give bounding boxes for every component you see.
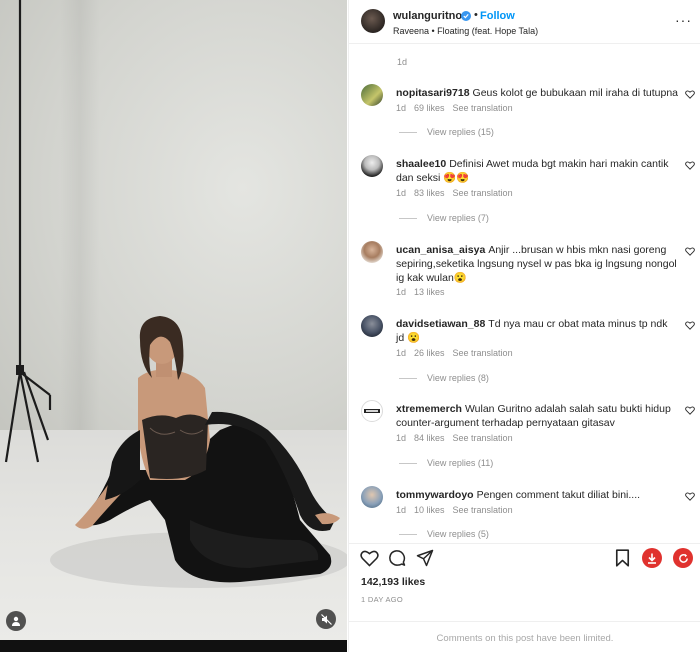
comment-likes[interactable]: 13 likes	[414, 287, 445, 297]
like-count[interactable]: 142,193 likes	[361, 576, 425, 588]
commenter-username[interactable]: ucan_anisa_aisya	[396, 244, 485, 256]
caption-age: 1d	[397, 57, 408, 67]
comment-age: 1d	[396, 287, 407, 297]
see-translation-link[interactable]: See translation	[453, 188, 513, 198]
commenter-avatar[interactable]	[361, 315, 383, 337]
commenter-avatar[interactable]	[361, 486, 383, 508]
comment-text: nopitasari9718 Geus kolot ge bubukaan mil…	[396, 86, 678, 100]
commenter-username[interactable]: xtrememerch	[396, 403, 462, 415]
view-replies-link[interactable]: View replies (11)	[399, 458, 493, 468]
comments-limited-notice: Comments on this post have been limited.	[349, 621, 700, 652]
muted-speaker-icon	[320, 613, 332, 625]
commenter-avatar[interactable]	[361, 84, 383, 106]
commenter-avatar[interactable]	[361, 241, 383, 263]
comment-text: xtrememerch Wulan Guritno adalah salah sa…	[396, 402, 678, 430]
download-icon[interactable]	[642, 548, 662, 568]
post-action-bar	[349, 543, 700, 573]
see-translation-link[interactable]: See translation	[453, 348, 513, 358]
comment-likes[interactable]: 10 likes	[414, 505, 445, 515]
comment-heart-icon[interactable]	[685, 161, 695, 170]
author-username[interactable]: wulanguritno	[393, 10, 462, 22]
share-icon[interactable]	[416, 549, 434, 567]
comment-heart-icon[interactable]	[685, 321, 695, 330]
comment-likes[interactable]: 84 likes	[414, 433, 445, 443]
comment-meta: 1d 69 likes See translation	[396, 103, 521, 113]
comment-heart-icon[interactable]	[685, 406, 695, 415]
commenter-username[interactable]: nopitasari9718	[396, 87, 470, 99]
more-options-icon[interactable]: ···	[675, 12, 692, 28]
comments-list[interactable]: 1d nopitasari9718 Geus kolot ge bubukaan …	[349, 45, 700, 543]
comment-body: Pengen comment takut diliat bini....	[476, 489, 641, 501]
see-translation-link[interactable]: See translation	[453, 103, 513, 113]
comment-text: ucan_anisa_aisya Anjir ...brusan w hbis m…	[396, 243, 678, 285]
view-replies-link[interactable]: View replies (8)	[399, 373, 489, 383]
comment-meta: 1d 26 likes See translation	[396, 348, 521, 358]
comment-likes[interactable]: 26 likes	[414, 348, 445, 358]
photo-scene	[4, 0, 347, 588]
comment-age: 1d	[396, 188, 407, 198]
comment-heart-icon[interactable]	[685, 247, 695, 256]
comment-meta: 1d 10 likes See translation	[396, 505, 521, 515]
post-details-panel: wulanguritno • Follow Raveena • Floating…	[348, 0, 700, 652]
author-avatar[interactable]	[361, 9, 385, 33]
comment-likes[interactable]: 83 likes	[414, 188, 445, 198]
comment-meta: 1d 84 likes See translation	[396, 433, 521, 443]
commenter-avatar[interactable]	[361, 155, 383, 177]
bookmark-icon[interactable]	[615, 549, 630, 567]
commenter-username[interactable]: davidsetiawan_88	[396, 318, 485, 330]
comment-likes[interactable]: 69 likes	[414, 103, 445, 113]
post-header: wulanguritno • Follow Raveena • Floating…	[349, 0, 700, 44]
commenter-username[interactable]: tommywardoyo	[396, 489, 474, 501]
view-replies-link[interactable]: View replies (7)	[399, 213, 489, 223]
comment-heart-icon[interactable]	[685, 90, 695, 99]
see-translation-link[interactable]: See translation	[453, 433, 513, 443]
comment-age: 1d	[396, 348, 407, 358]
media-bottom-bar	[0, 640, 347, 652]
view-replies-link[interactable]: View replies (15)	[399, 127, 494, 137]
refresh-icon[interactable]	[673, 548, 693, 568]
comment-text: shaalee10 Definisi Awet muda bgt makin ha…	[396, 157, 678, 185]
comment-text: tommywardoyo Pengen comment takut diliat …	[396, 488, 678, 502]
separator-dot: •	[474, 9, 478, 21]
comment-age: 1d	[396, 505, 407, 515]
commenter-username[interactable]: shaalee10	[396, 158, 446, 170]
follow-button[interactable]: Follow	[480, 10, 515, 22]
comment-body: Geus kolot ge bubukaan mil iraha di tutu…	[472, 87, 679, 99]
brand-logo-icon	[364, 409, 380, 413]
audio-track[interactable]: Raveena • Floating (feat. Hope Tala)	[393, 26, 538, 36]
heart-icon[interactable]	[360, 549, 379, 567]
post-date: 1 DAY AGO	[361, 595, 404, 604]
comment-icon[interactable]	[388, 549, 406, 567]
mute-button[interactable]	[316, 609, 336, 629]
user-icon	[12, 616, 20, 626]
comment-text: davidsetiawan_88 Td nya mau cr obat mata …	[396, 317, 678, 345]
verified-badge-icon	[461, 11, 471, 21]
comment-meta: 1d 83 likes See translation	[396, 188, 521, 198]
comment-age: 1d	[396, 103, 407, 113]
post-media-video[interactable]	[0, 0, 347, 640]
comment-age: 1d	[396, 433, 407, 443]
comment-heart-icon[interactable]	[685, 492, 695, 501]
see-translation-link[interactable]: See translation	[453, 505, 513, 515]
user-tag-button[interactable]	[6, 611, 26, 631]
commenter-avatar[interactable]	[361, 400, 383, 422]
comment-meta: 1d 13 likes	[396, 287, 453, 297]
view-replies-link[interactable]: View replies (5)	[399, 529, 489, 539]
